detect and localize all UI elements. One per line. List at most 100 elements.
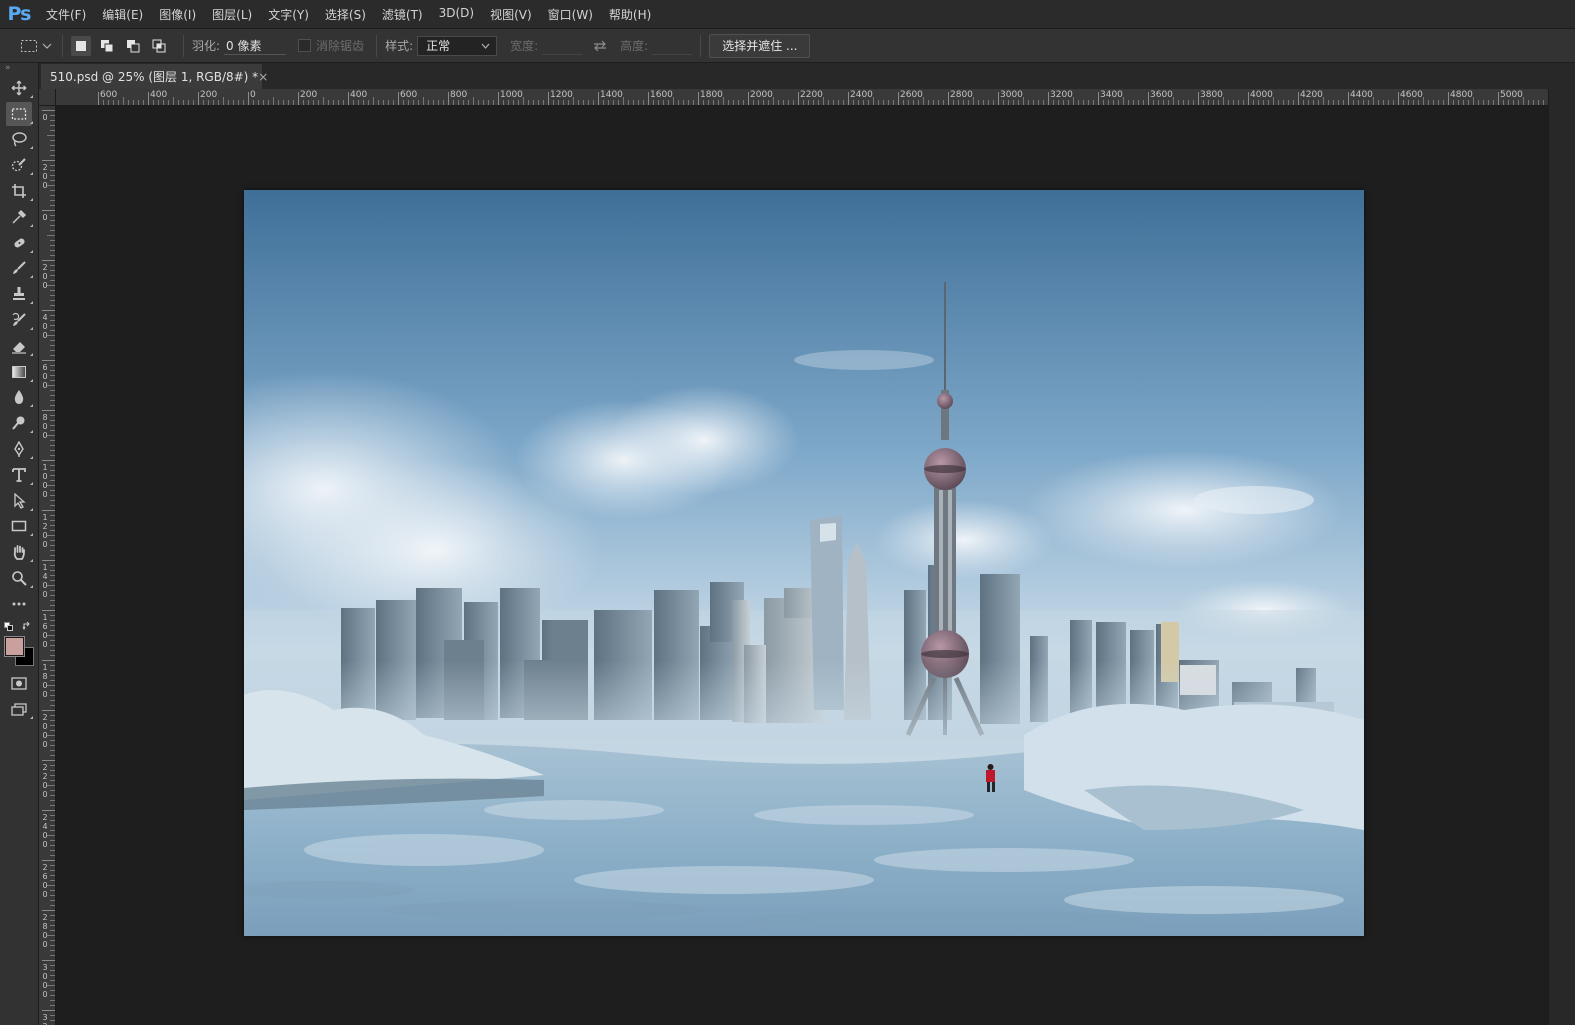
ruler-minor-tick <box>1113 100 1114 105</box>
ruler-origin[interactable] <box>39 89 56 106</box>
hand-tool-button[interactable] <box>0 539 38 565</box>
healing-brush-tool-button[interactable] <box>0 230 38 256</box>
ruler-minor-tick <box>278 100 279 105</box>
ruler-minor-tick <box>50 200 55 201</box>
ruler-label: 4400 <box>1350 90 1373 100</box>
ruler-minor-tick <box>238 100 239 105</box>
ruler-minor-tick <box>47 935 55 936</box>
menu-select[interactable]: 选择(S) <box>317 6 374 23</box>
width-input[interactable] <box>542 36 583 55</box>
canvas-area[interactable] <box>56 106 1548 1025</box>
antialias-checkbox[interactable] <box>298 39 312 52</box>
history-brush-tool-button[interactable] <box>0 307 38 333</box>
quick-mask-button[interactable] <box>0 671 38 697</box>
ruler-label: 0 <box>42 213 48 222</box>
blur-tool-button[interactable] <box>0 385 38 411</box>
ruler-minor-tick <box>603 100 604 105</box>
default-colors-icon[interactable] <box>4 621 14 632</box>
marquee-preset-icon <box>21 39 37 52</box>
ruler-minor-tick <box>50 770 55 771</box>
intersect-selection-button[interactable] <box>149 36 169 56</box>
collapse-panel-icon[interactable]: » <box>0 63 38 75</box>
ruler-minor-tick <box>1223 97 1224 105</box>
path-selection-tool-button[interactable] <box>0 488 38 514</box>
ruler-minor-tick <box>50 515 55 516</box>
swap-colors-icon[interactable] <box>22 621 32 631</box>
eraser-tool-button[interactable] <box>0 333 38 359</box>
rectangle-tool-button[interactable] <box>0 514 38 540</box>
ruler-minor-tick <box>1438 100 1439 105</box>
clone-stamp-tool-button[interactable] <box>0 281 38 307</box>
menu-view[interactable]: 视图(V) <box>482 6 540 23</box>
pen-tool-button[interactable] <box>0 436 38 462</box>
pen-tool-icon <box>14 441 24 458</box>
ruler-tick <box>948 92 949 105</box>
ruler-minor-tick <box>1383 100 1384 105</box>
eyedropper-tool-button[interactable] <box>0 204 38 230</box>
ruler-minor-tick <box>283 100 284 105</box>
lasso-tool-button[interactable] <box>0 127 38 153</box>
gradient-tool-button[interactable] <box>0 359 38 385</box>
ruler-minor-tick <box>1253 100 1254 105</box>
subtract-from-selection-button[interactable] <box>123 36 143 56</box>
brush-tool-button[interactable] <box>0 256 38 282</box>
menu-type[interactable]: 文字(Y) <box>260 6 317 23</box>
ruler-minor-tick <box>903 100 904 105</box>
dodge-tool-button[interactable] <box>0 410 38 436</box>
crop-tool-button[interactable] <box>0 178 38 204</box>
ruler-tick <box>42 710 55 711</box>
document-tab[interactable]: 510.psd @ 25% (图层 1, RGB/8#) * × <box>41 64 268 89</box>
ruler-minor-tick <box>743 100 744 105</box>
style-select[interactable]: 正常 <box>417 35 498 56</box>
tool-preset-picker[interactable] <box>20 39 52 53</box>
select-and-mask-button[interactable]: 选择并遮住 ... <box>709 33 811 58</box>
ruler-minor-tick <box>50 575 55 576</box>
ruler-minor-tick <box>183 100 184 105</box>
zoom-tool-button[interactable] <box>0 565 38 591</box>
edit-toolbar-button[interactable] <box>0 591 38 617</box>
panel-dock-edge <box>1548 89 1575 1025</box>
ruler-minor-tick <box>50 665 55 666</box>
feather-input[interactable] <box>224 36 287 55</box>
ruler-minor-tick <box>50 790 55 791</box>
ruler-minor-tick <box>1318 100 1319 105</box>
menu-image[interactable]: 图像(I) <box>151 6 204 23</box>
menu-filter[interactable]: 滤镜(T) <box>374 6 431 23</box>
ruler-minor-tick <box>50 345 55 346</box>
menu-help[interactable]: 帮助(H) <box>601 6 659 23</box>
ruler-minor-tick <box>50 270 55 271</box>
screen-mode-button[interactable] <box>0 697 38 723</box>
ruler-minor-tick <box>558 100 559 105</box>
menu-window[interactable]: 窗口(W) <box>540 6 601 23</box>
menu-edit[interactable]: 编辑(E) <box>94 6 151 23</box>
close-icon[interactable]: × <box>258 70 268 84</box>
ruler-minor-tick <box>663 100 664 105</box>
ruler-minor-tick <box>328 100 329 105</box>
swap-width-height-icon[interactable] <box>592 40 608 52</box>
ruler-minor-tick <box>223 97 224 105</box>
rectangular-marquee-tool-button[interactable] <box>0 101 38 127</box>
ruler-minor-tick <box>538 100 539 105</box>
document-image[interactable] <box>244 190 1364 936</box>
menu-layer[interactable]: 图层(L) <box>204 6 260 23</box>
ruler-minor-tick <box>47 285 55 286</box>
ruler-label: 1000 <box>500 90 523 100</box>
ruler-minor-tick <box>588 100 589 105</box>
ruler-minor-tick <box>1473 97 1474 105</box>
vertical-ruler[interactable]: 0200020040060080010001200140016001800200… <box>39 106 56 1025</box>
type-tool-button[interactable] <box>0 462 38 488</box>
ruler-minor-tick <box>1403 100 1404 105</box>
ruler-minor-tick <box>893 100 894 105</box>
ruler-minor-tick <box>1263 100 1264 105</box>
foreground-color-swatch[interactable] <box>5 636 24 656</box>
horizontal-ruler[interactable]: 600 400 200 0 200 400 600 800 1000 1200 1400 1600 18… <box>56 89 1548 106</box>
menu-3d[interactable]: 3D(D) <box>431 6 482 23</box>
height-input[interactable] <box>652 36 693 55</box>
ruler-minor-tick <box>1493 100 1494 105</box>
menu-file[interactable]: 文件(F) <box>38 6 94 23</box>
add-to-selection-button[interactable] <box>97 36 117 56</box>
new-selection-button[interactable] <box>71 35 91 56</box>
quick-selection-tool-button[interactable] <box>0 152 38 178</box>
move-tool-button[interactable] <box>0 75 38 101</box>
ruler-minor-tick <box>50 900 55 901</box>
